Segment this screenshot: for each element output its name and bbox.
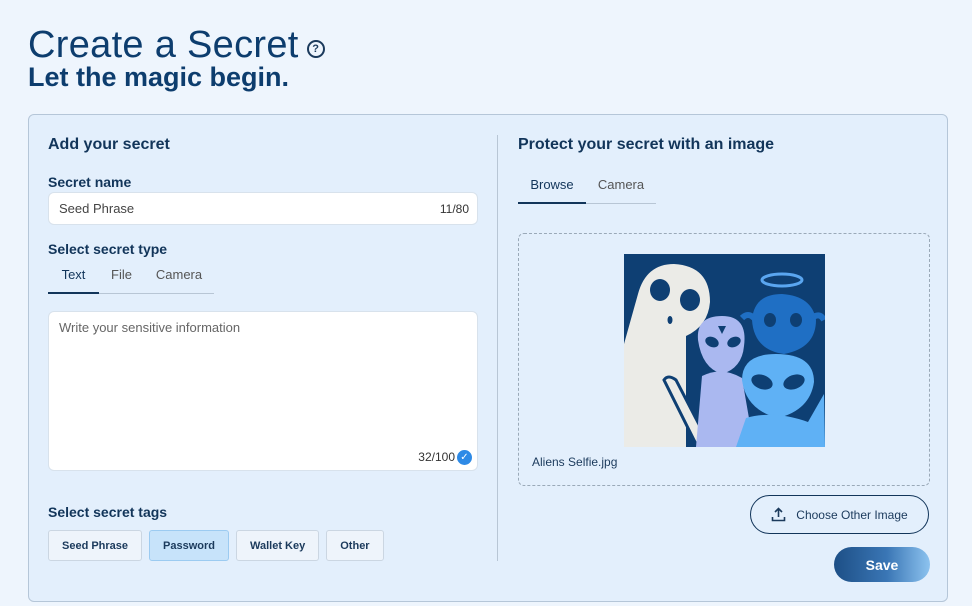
- secret-type-tabs: Text File Camera: [48, 267, 214, 294]
- image-drop-zone[interactable]: Aliens Selfie.jpg: [518, 233, 930, 486]
- secret-name-label: Secret name: [48, 174, 132, 190]
- tab-camera[interactable]: Camera: [144, 267, 214, 294]
- tab-image-camera[interactable]: Camera: [586, 177, 656, 204]
- page-title: Create a Secret: [28, 24, 299, 66]
- secret-content-counter: 32/100: [418, 450, 455, 464]
- secret-tags-label: Select secret tags: [48, 504, 168, 520]
- secret-content-textarea[interactable]: [59, 320, 469, 440]
- image-file-name: Aliens Selfie.jpg: [532, 455, 618, 469]
- secret-tags-group: Seed Phrase Password Wallet Key Other: [48, 530, 384, 561]
- page-subtitle: Let the magic begin.: [28, 62, 290, 92]
- protect-secret-heading: Protect your secret with an image: [518, 136, 775, 153]
- secret-type-label: Select secret type: [48, 241, 168, 257]
- secret-name-input[interactable]: [59, 193, 419, 224]
- tab-text[interactable]: Text: [48, 267, 99, 294]
- secret-form-card: Add your secret Secret name 11/80 Select…: [28, 114, 948, 602]
- aliens-selfie-image: [624, 254, 825, 447]
- tag-other[interactable]: Other: [326, 530, 384, 561]
- upload-icon: [771, 507, 786, 522]
- help-icon[interactable]: ?: [306, 39, 325, 58]
- page-header: Create a Secret ?: [28, 24, 325, 67]
- column-divider: [497, 135, 498, 561]
- secret-content-field[interactable]: 32/100 ✓: [48, 311, 478, 471]
- image-source-tabs: Browse Camera: [518, 177, 656, 204]
- secret-name-counter: 11/80: [439, 202, 469, 216]
- save-button[interactable]: Save: [834, 547, 930, 582]
- tab-browse[interactable]: Browse: [518, 177, 586, 204]
- secret-name-field[interactable]: 11/80: [48, 192, 478, 225]
- choose-other-image-label: Choose Other Image: [796, 507, 908, 522]
- check-icon: ✓: [457, 450, 472, 465]
- choose-other-image-button[interactable]: Choose Other Image: [750, 495, 929, 534]
- tag-seed-phrase[interactable]: Seed Phrase: [48, 530, 143, 561]
- tag-wallet-key[interactable]: Wallet Key: [236, 530, 320, 561]
- tag-password[interactable]: Password: [149, 530, 230, 561]
- tab-file[interactable]: File: [99, 267, 144, 294]
- add-secret-heading: Add your secret: [48, 136, 170, 153]
